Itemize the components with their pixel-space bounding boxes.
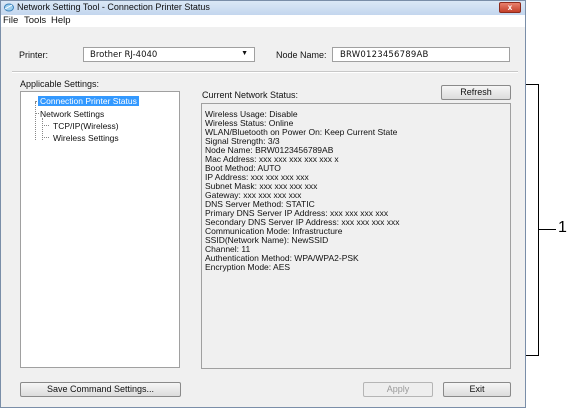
status-line: Encryption Mode: AES (205, 262, 291, 272)
callout-number: 1 (558, 219, 567, 236)
callout-bracket-bottom (526, 355, 538, 356)
app-icon (4, 3, 14, 12)
refresh-button[interactable]: Refresh (441, 85, 511, 100)
tree-connector (35, 113, 39, 114)
tree-connector (35, 102, 36, 140)
tree-connector (42, 125, 49, 126)
network-status-panel: Wireless Usage: Disable Wireless Status:… (201, 103, 511, 369)
separator (12, 71, 518, 73)
menu-help[interactable]: Help (51, 15, 71, 26)
window-title: Network Setting Tool - Connection Printe… (17, 2, 210, 12)
applicable-settings-label: Applicable Settings: (20, 79, 100, 89)
current-network-status-label: Current Network Status: (202, 90, 299, 100)
menu-file[interactable]: File (3, 15, 18, 26)
callout-bracket (538, 84, 539, 356)
node-name-value: BRW0123456789AB (340, 50, 429, 60)
callout-bracket-top (526, 84, 538, 85)
tree-item-tcp-ip-wireless[interactable]: TCP/IP(Wireless) (53, 121, 119, 131)
apply-button[interactable]: Apply (363, 382, 433, 397)
menu-tools[interactable]: Tools (24, 15, 46, 26)
settings-tree[interactable]: Connection Printer Status Network Settin… (20, 91, 180, 368)
network-setting-tool-window: Network Setting Tool - Connection Printe… (0, 0, 526, 408)
tree-item-network-settings[interactable]: Network Settings (40, 109, 104, 119)
tree-connector (42, 137, 49, 138)
printer-label: Printer: (19, 50, 49, 60)
tree-item-wireless-settings[interactable]: Wireless Settings (53, 133, 119, 143)
menu-bar: File Tools Help (1, 15, 525, 27)
tree-item-connection-printer-status[interactable]: Connection Printer Status (38, 96, 139, 106)
printer-select-value: Brother RJ-4040 (90, 50, 158, 60)
save-command-settings-button[interactable]: Save Command Settings... (20, 382, 181, 397)
close-button[interactable]: x (499, 2, 521, 13)
printer-select[interactable]: Brother RJ-4040 ▼ (83, 47, 255, 62)
callout-leader (538, 229, 556, 230)
chevron-down-icon: ▼ (241, 50, 248, 57)
close-icon: x (507, 3, 513, 12)
node-name-field[interactable]: BRW0123456789AB (332, 47, 510, 62)
exit-button[interactable]: Exit (443, 382, 511, 397)
title-bar: Network Setting Tool - Connection Printe… (1, 1, 525, 16)
node-name-label: Node Name: (276, 50, 327, 60)
